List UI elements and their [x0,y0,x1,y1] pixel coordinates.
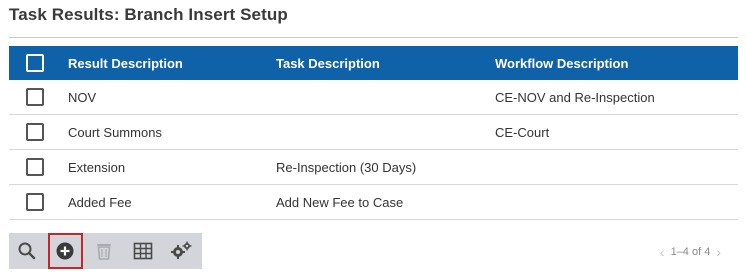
table-row[interactable]: Extension Re-Inspection (30 Days) [9,150,738,185]
column-header-task-description[interactable]: Task Description [276,56,495,71]
result-description-cell: Added Fee [68,194,132,210]
gears-icon [171,241,192,259]
settings-button[interactable] [163,233,199,269]
result-description-cell: Court Summons [68,124,162,140]
row-checkbox[interactable] [26,158,44,176]
title-divider [9,37,738,38]
row-checkbox[interactable] [26,88,44,106]
row-checkbox[interactable] [26,123,44,141]
row-checkbox[interactable] [26,193,44,211]
row-check-cell [9,88,68,106]
workflow-description-cell: CE-Court [495,124,550,140]
grid-icon [133,242,152,260]
select-all-checkbox[interactable] [26,54,44,72]
task-results-page: Task Results: Branch Insert Setup Result… [0,0,747,277]
results-table: Result Description Task Description Work… [9,46,738,220]
grid-view-button[interactable] [125,233,161,269]
result-description-cell: Extension [68,159,126,175]
add-button[interactable] [47,233,84,269]
row-check-cell [9,158,68,176]
row-check-cell [9,193,68,211]
task-description-cell: Add New Fee to Case [276,194,404,210]
table-row[interactable]: Added Fee Add New Fee to Case [9,185,738,220]
delete-button[interactable] [86,233,122,269]
chevron-left-icon[interactable]: ‹ [660,244,665,260]
task-description-cell: Re-Inspection (30 Days) [276,159,417,175]
search-button[interactable] [9,233,45,269]
grid-toolbar [9,233,202,269]
column-header-workflow-description[interactable]: Workflow Description [495,56,738,71]
search-icon [18,242,35,260]
column-header-result-description[interactable]: Result Description [68,56,276,71]
table-row[interactable]: NOV CE-NOV and Re-Inspection [9,80,738,115]
add-circle-icon [56,242,74,260]
row-check-cell [9,123,68,141]
chevron-right-icon[interactable]: › [716,244,721,260]
workflow-description-cell: CE-NOV and Re-Inspection [495,89,655,105]
select-all-cell [9,54,68,72]
table-header-row: Result Description Task Description Work… [9,46,738,80]
pagination-range: 1–4 of 4 [670,246,711,258]
result-description-cell: NOV [68,89,97,105]
table-row[interactable]: Court Summons CE-Court [9,115,738,150]
page-title: Task Results: Branch Insert Setup [9,5,288,24]
pagination: ‹ 1–4 of 4 › [654,244,727,260]
trash-icon [97,244,112,260]
